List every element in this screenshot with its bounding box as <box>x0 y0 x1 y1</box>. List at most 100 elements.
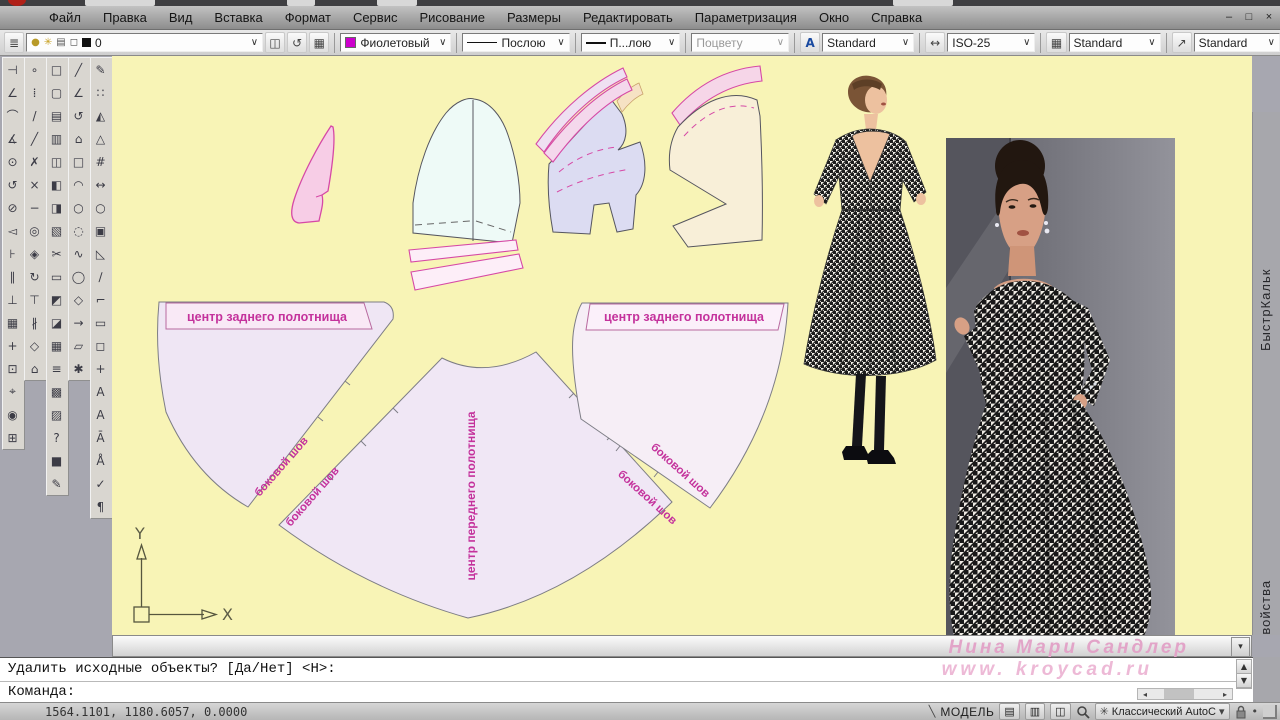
fashion-sketch-image[interactable] <box>804 76 936 464</box>
toolbar-icon-button[interactable]: ∘ <box>25 58 44 81</box>
toolbar-icon-button[interactable]: + <box>91 357 110 380</box>
scrollbar-end-button[interactable]: ▾ <box>1231 637 1250 657</box>
menu-item[interactable]: Правка <box>92 6 158 29</box>
toolbar-icon-button[interactable]: ◪ <box>47 311 66 334</box>
scroll-down-icon[interactable]: ▼ <box>1237 674 1251 688</box>
toolbar-icon-button[interactable]: ∕ <box>91 265 110 288</box>
toolbar-icon-button[interactable]: × <box>25 173 44 196</box>
chevron-down-icon[interactable]: ∨ <box>1023 37 1030 48</box>
toolbar-icon-button[interactable]: A <box>91 380 110 403</box>
chevron-down-icon[interactable]: ∨ <box>251 37 258 48</box>
label-back-panel-left[interactable]: центр заднего полотнища <box>187 310 348 324</box>
toolbar-icon-button[interactable]: ◯ <box>69 265 88 288</box>
command-window[interactable]: Удалить исходные объекты? [Да/Нет] <Н>: … <box>0 657 1253 702</box>
model-photo-image[interactable] <box>946 138 1175 635</box>
menu-item[interactable]: Параметризация <box>684 6 808 29</box>
menu-item[interactable]: Размеры <box>496 6 572 29</box>
toolbar-icon-button[interactable]: ⌂ <box>25 357 44 380</box>
toolbar-icon-button[interactable]: ▭ <box>47 265 66 288</box>
menu-item[interactable]: Вид <box>158 6 204 29</box>
command-input-line[interactable]: Команда: <box>8 684 75 700</box>
tab-properties[interactable]: Свойства <box>1258 540 1273 645</box>
chevron-down-icon[interactable]: ∨ <box>439 37 446 48</box>
table-style-icon[interactable]: ▦ <box>1046 32 1066 53</box>
lock-icon[interactable] <box>1235 705 1247 719</box>
back-bodice-piece[interactable] <box>536 68 645 234</box>
chevron-down-icon[interactable]: ∨ <box>1268 37 1275 48</box>
scroll-left-icon[interactable]: ◂ <box>1138 690 1152 699</box>
toolbar-icon-button[interactable]: ↺ <box>69 104 88 127</box>
toolbar-icon-button[interactable]: ▥ <box>47 127 66 150</box>
toolbar-icon-button[interactable]: ◨ <box>47 196 66 219</box>
menu-item[interactable]: Формат <box>274 6 342 29</box>
toolbar-icon-button[interactable]: ⊣ <box>3 58 22 81</box>
menu-item[interactable]: Окно <box>808 6 860 29</box>
toolbar-icon-button[interactable]: Å <box>91 449 110 472</box>
toolbar-icon-button[interactable]: ◠ <box>69 173 88 196</box>
toolbar-icon-button[interactable]: ✱ <box>69 357 88 380</box>
toolbar-icon-button[interactable]: □ <box>47 58 66 81</box>
toolbar-icon-button[interactable]: ◇ <box>69 288 88 311</box>
layer-properties-button[interactable]: ≣ <box>4 32 24 53</box>
toolbar-icon-button[interactable]: ✂ <box>47 242 66 265</box>
mleader-style-icon[interactable]: ↗ <box>1172 32 1192 53</box>
layout1-button[interactable]: ▤ <box>999 703 1019 720</box>
toolbar-icon-button[interactable]: Ā <box>91 426 110 449</box>
toolbar-icon-button[interactable]: ⊘ <box>3 196 22 219</box>
toolbar-icon-button[interactable]: ¶ <box>91 495 110 518</box>
cursor-coordinates[interactable]: 1564.1101, 1180.6057, 0.0000 <box>45 705 247 719</box>
toolbar-icon-button[interactable]: ◫ <box>47 150 66 173</box>
toolbar-icon-button[interactable]: ▤ <box>47 104 66 127</box>
front-bodice-piece[interactable] <box>669 66 762 247</box>
dim-style-combo[interactable]: ISO-25 ∨ <box>947 33 1035 52</box>
toolbar-icon-button[interactable]: ≡ <box>47 357 66 380</box>
toolbar-icon-button[interactable]: ⁞ <box>25 81 44 104</box>
toolbar-icon-button[interactable]: ⌒ <box>3 104 22 127</box>
toolbar-icon-button[interactable]: ∡ <box>3 127 22 150</box>
color-combo[interactable]: Фиолетовый ∨ <box>340 33 451 52</box>
toolbar-icon-button[interactable]: ▧ <box>47 219 66 242</box>
scroll-up-icon[interactable]: ▲ <box>1237 660 1251 674</box>
toolbar-icon-button[interactable]: ◎ <box>25 219 44 242</box>
toolbar-icon-button[interactable]: ◌ <box>69 219 88 242</box>
toolbar-icon-button[interactable]: ▭ <box>91 311 110 334</box>
label-front-panel[interactable]: центр переднего полотнища <box>464 411 478 580</box>
toolbar-icon-button[interactable]: ▣ <box>91 219 110 242</box>
chevron-down-icon[interactable]: ∨ <box>1148 37 1155 48</box>
toolbar-icon-button[interactable]: ◧ <box>47 173 66 196</box>
toolbar-icon-button[interactable]: ✎ <box>47 472 66 495</box>
toolbar-icon-button[interactable]: □ <box>69 150 88 173</box>
toolbar-icon-button[interactable]: ✎ <box>91 58 110 81</box>
toolbar-icon-button[interactable]: ▦ <box>47 334 66 357</box>
toolbar-icon-button[interactable]: ◇ <box>25 334 44 357</box>
status-menu-dot-icon[interactable]: • <box>1252 705 1259 718</box>
menu-item[interactable]: Рисование <box>408 6 495 29</box>
toolbar-icon-button[interactable]: ⊡ <box>3 357 22 380</box>
toolbar-icon-button[interactable]: ∿ <box>69 242 88 265</box>
layer-combo[interactable]: ● ✳ ▤ ◻ 0 ∨ <box>26 33 263 52</box>
toolbar-icon-button[interactable]: ▢ <box>47 81 66 104</box>
toolbar-icon-button[interactable]: ⌖ <box>3 380 22 403</box>
toolbar-icon-button[interactable]: + <box>3 334 22 357</box>
toolbar-icon-button[interactable]: ∦ <box>25 311 44 334</box>
toolbar-icon-button[interactable]: / <box>25 104 44 127</box>
toolbar-icon-button[interactable]: → <box>69 311 88 334</box>
layer-states-button[interactable]: ◫ <box>265 32 285 53</box>
quick-view-button[interactable]: ◫ <box>1050 703 1070 720</box>
toolbar-icon-button[interactable]: − <box>25 196 44 219</box>
toolbar-icon-button[interactable]: ↻ <box>25 265 44 288</box>
menu-item[interactable]: Файл <box>38 6 92 29</box>
toolbar-icon-button[interactable]: ⊥ <box>3 288 22 311</box>
model-space-button[interactable]: МОДЕЛЬ <box>940 705 994 719</box>
drawing[interactable]: центр заднего полотнища боковой шов цент… <box>112 56 1252 635</box>
toolbar-icon-button[interactable]: ⌂ <box>69 127 88 150</box>
menu-item[interactable]: Вставка <box>203 6 273 29</box>
drawing-canvas[interactable]: центр заднего полотнища боковой шов цент… <box>112 56 1252 635</box>
toolbar-icon-button[interactable]: ✓ <box>91 472 110 495</box>
toolbar-icon-button[interactable]: △ <box>91 127 110 150</box>
toolbar-icon-button[interactable]: ⊤ <box>25 288 44 311</box>
toolbar-icon-button[interactable]: ▦ <box>3 311 22 334</box>
toolbar-icon-button[interactable]: ◺ <box>91 242 110 265</box>
chevron-down-icon[interactable]: ∨ <box>902 37 909 48</box>
toolbar-icon-button[interactable]: # <box>91 150 110 173</box>
